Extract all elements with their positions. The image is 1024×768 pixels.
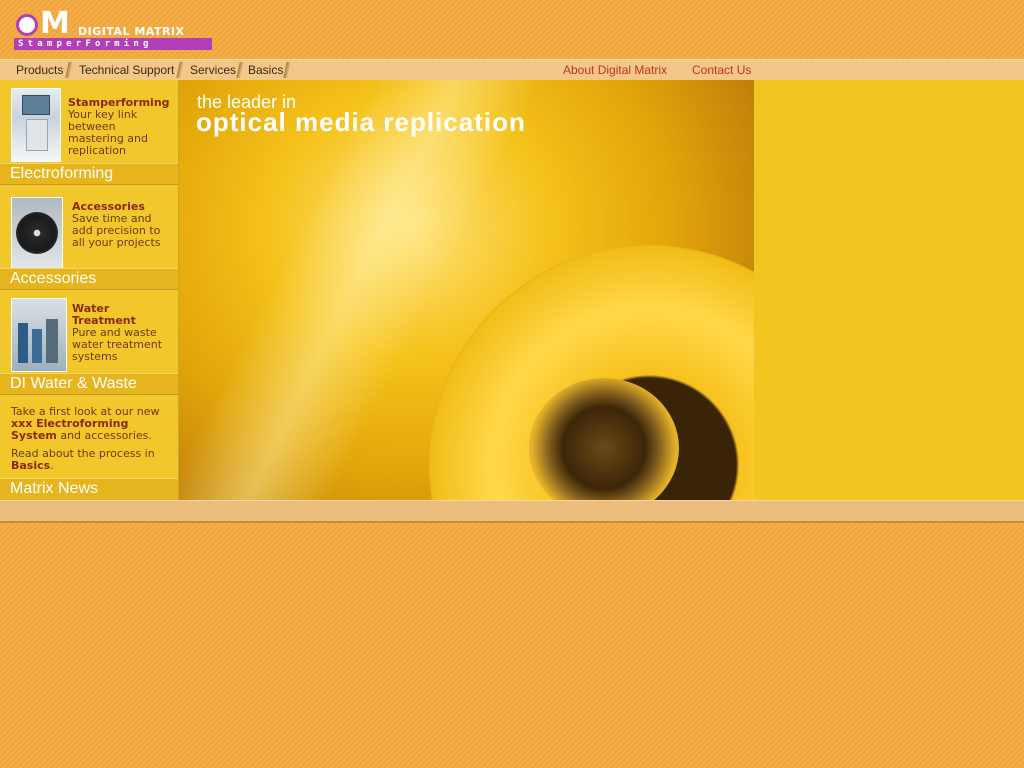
nav-separator [283, 62, 291, 78]
news-item-electroforming[interactable]: Take a first look at our new xxx Electro… [11, 406, 171, 442]
sidebar: Stamperforming Your key link between mas… [0, 80, 179, 501]
news-text: and accessories. [56, 429, 152, 442]
nav-basics[interactable]: Basics [248, 63, 283, 77]
accessories-band[interactable]: Accessories [0, 268, 178, 290]
site-logo[interactable]: M DIGITAL MATRIX StamperForming [14, 6, 214, 52]
footer-band [0, 500, 1024, 523]
nav-services[interactable]: Services [190, 63, 236, 77]
news-text: . [50, 459, 54, 472]
nav-technical-support[interactable]: Technical Support [79, 63, 174, 77]
electroforming-band[interactable]: Electroforming [0, 163, 178, 185]
stamperforming-desc: Your key link between mastering and repl… [68, 108, 148, 157]
matrix-news-band-label: Matrix News [10, 480, 99, 497]
di-water-band-label: DI Water & Waste [10, 375, 137, 392]
accessories-desc: Save time and add precision to all your … [72, 212, 161, 249]
accessories-band-label: Accessories [10, 270, 97, 287]
top-nav: Products Technical Support Services Basi… [0, 59, 1024, 81]
water-treatment-desc: Pure and waste water treatment systems [72, 326, 163, 363]
news-link-basics[interactable]: Basics [11, 459, 50, 472]
nav-products[interactable]: Products [16, 63, 63, 77]
accessories-image [11, 197, 63, 269]
logo-mark: M [14, 6, 76, 41]
water-treatment-title[interactable]: Water Treatment [72, 303, 152, 327]
stamperforming-panel[interactable]: Stamperforming Your key link between mas… [0, 80, 178, 185]
accessories-panel[interactable]: Accessories Save time and add precision … [0, 185, 178, 290]
nav-contact[interactable]: Contact Us [692, 63, 751, 77]
hero-banner: the leader in optical media replication [179, 80, 754, 500]
di-water-band[interactable]: DI Water & Waste [0, 373, 178, 395]
electroforming-band-label: Electroforming [10, 165, 114, 182]
news-item-basics[interactable]: Read about the process in Basics. [11, 448, 171, 472]
logo-tagline: StamperForming [18, 39, 153, 49]
nav-about[interactable]: About Digital Matrix [563, 63, 667, 77]
logo-letter: M [40, 6, 70, 41]
logo-circle-icon [16, 14, 38, 36]
water-treatment-image [11, 298, 67, 372]
matrix-news-band[interactable]: Matrix News [0, 478, 178, 501]
right-panel [754, 80, 1024, 500]
nav-separator [65, 62, 73, 78]
nav-separator [176, 62, 184, 78]
logo-brand: DIGITAL MATRIX [78, 25, 185, 38]
matrix-news-panel: Take a first look at our new xxx Electro… [0, 395, 178, 501]
hero-headline: optical media replication [196, 107, 526, 137]
nav-separator [236, 62, 244, 78]
stamperforming-machine-image [11, 88, 61, 162]
water-treatment-panel[interactable]: Water Treatment Pure and waste water tre… [0, 290, 178, 395]
